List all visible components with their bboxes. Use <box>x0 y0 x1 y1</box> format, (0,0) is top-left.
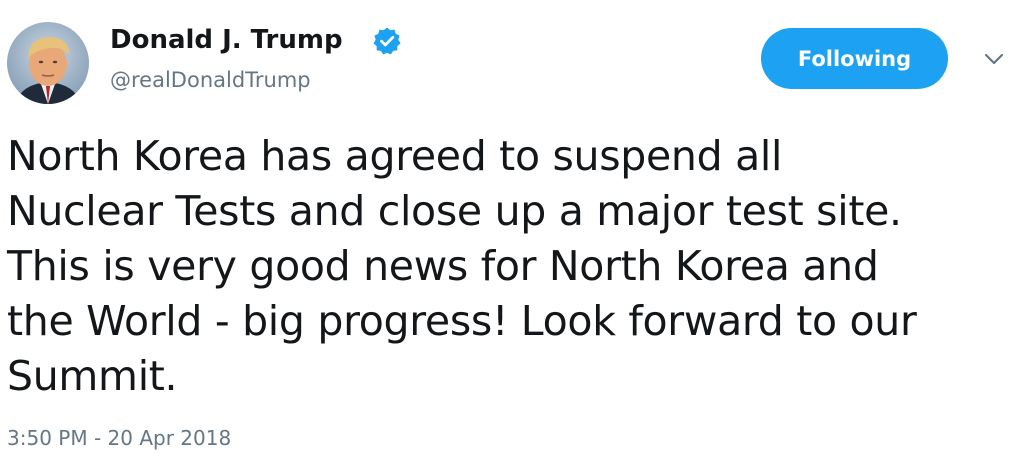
tweet-text-line: North Korea has agreed to suspend all <box>7 132 783 180</box>
tweet-timestamp[interactable]: 3:50 PM - 20 Apr 2018 <box>7 426 231 450</box>
tweet-text-line: Nuclear Tests and close up a major test … <box>7 187 902 235</box>
tweet-text-line: This is very good news for North Korea a… <box>7 242 879 290</box>
user-handle[interactable]: @realDonaldTrump <box>110 68 311 92</box>
chevron-down-icon[interactable] <box>983 51 1005 67</box>
following-button[interactable]: Following <box>761 28 948 89</box>
avatar[interactable] <box>7 22 89 104</box>
tweet-text: North Korea has agreed to suspend all Nu… <box>7 129 1017 404</box>
tweet-text-line: the World - big progress! Look forward t… <box>7 297 917 345</box>
tweet-card: Donald J. Trump @realDonaldTrump Followi… <box>0 0 1024 473</box>
verified-badge-icon <box>372 26 402 56</box>
avatar-image <box>7 22 89 104</box>
display-name[interactable]: Donald J. Trump <box>110 25 343 55</box>
tweet-text-line: Summit. <box>7 352 178 400</box>
